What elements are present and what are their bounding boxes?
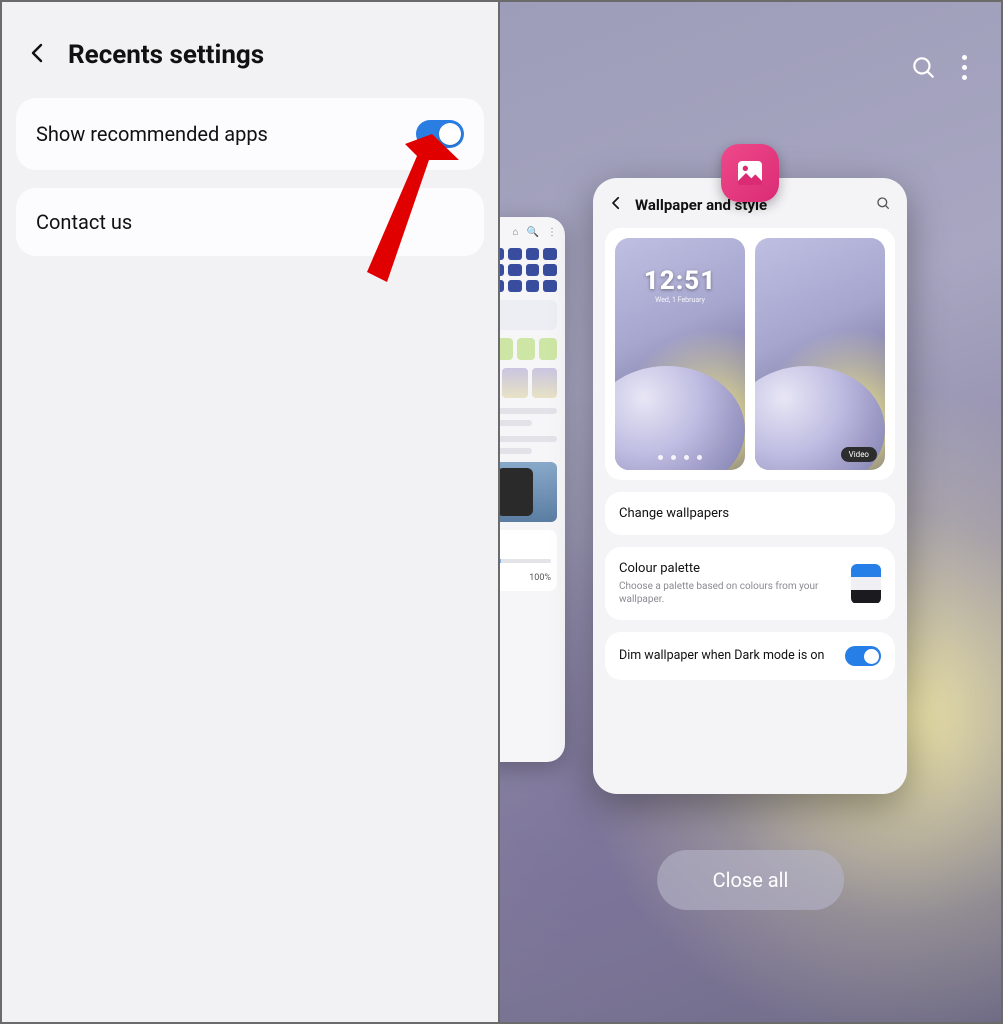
page-title: Recents settings [68, 40, 264, 70]
recents-overview-screen: ⌂ 🔍 ⋮ pin... 100% [500, 0, 1003, 1024]
progress-bar [500, 559, 551, 563]
wallpaper-previews: 12:51 Wed, 1 February Video [605, 228, 895, 480]
close-all-button[interactable]: Close all [657, 850, 845, 910]
search-icon: 🔍 [527, 227, 539, 238]
show-recommended-apps-row[interactable]: Show recommended apps [16, 98, 484, 170]
video-badge: Video [841, 447, 877, 462]
recents-top-actions [910, 54, 967, 80]
lock-date: Wed, 1 February [615, 296, 745, 304]
more-options-icon: ⋮ [547, 227, 557, 238]
row-sublabel: Choose a palette based on colours from y… [619, 580, 841, 606]
lock-clock: 12:51 [615, 266, 745, 296]
home-icon: ⌂ [513, 227, 519, 238]
setting-label: Contact us [36, 210, 132, 234]
search-icon[interactable] [910, 54, 936, 80]
dim-wallpaper-toggle[interactable] [845, 646, 881, 666]
row-label: Change wallpapers [619, 506, 729, 521]
contact-us-row[interactable]: Contact us [16, 188, 484, 256]
header: Recents settings [16, 26, 484, 98]
row-label: Dim wallpaper when Dark mode is on [619, 648, 835, 665]
home-screen-preview[interactable]: Video [755, 238, 885, 470]
back-icon[interactable] [607, 194, 625, 216]
close-all-label: Close all [713, 868, 789, 892]
change-wallpapers-row[interactable]: Change wallpapers [605, 492, 895, 535]
recents-settings-screen: Recents settings Show recommended apps C… [0, 0, 500, 1024]
show-recommended-apps-toggle[interactable] [416, 120, 464, 148]
pin-label: pin... [500, 538, 551, 547]
lock-screen-preview[interactable]: 12:51 Wed, 1 February [615, 238, 745, 470]
dim-wallpaper-row[interactable]: Dim wallpaper when Dark mode is on [605, 632, 895, 680]
gallery-icon[interactable] [721, 144, 779, 202]
recents-card-previous[interactable]: ⌂ 🔍 ⋮ pin... 100% [500, 217, 565, 762]
setting-label: Show recommended apps [36, 122, 268, 146]
palette-swatch [851, 564, 881, 604]
recents-card-wallpaper-and-style[interactable]: Wallpaper and style 12:51 Wed, 1 Februar… [593, 178, 907, 794]
progress-percent: 100% [500, 573, 551, 583]
row-label: Colour palette [619, 561, 841, 576]
thumbnail-image [500, 462, 557, 522]
colour-palette-row[interactable]: Colour palette Choose a palette based on… [605, 547, 895, 620]
more-options-icon[interactable] [962, 55, 967, 80]
back-icon[interactable] [26, 41, 50, 69]
search-icon[interactable] [875, 195, 891, 215]
